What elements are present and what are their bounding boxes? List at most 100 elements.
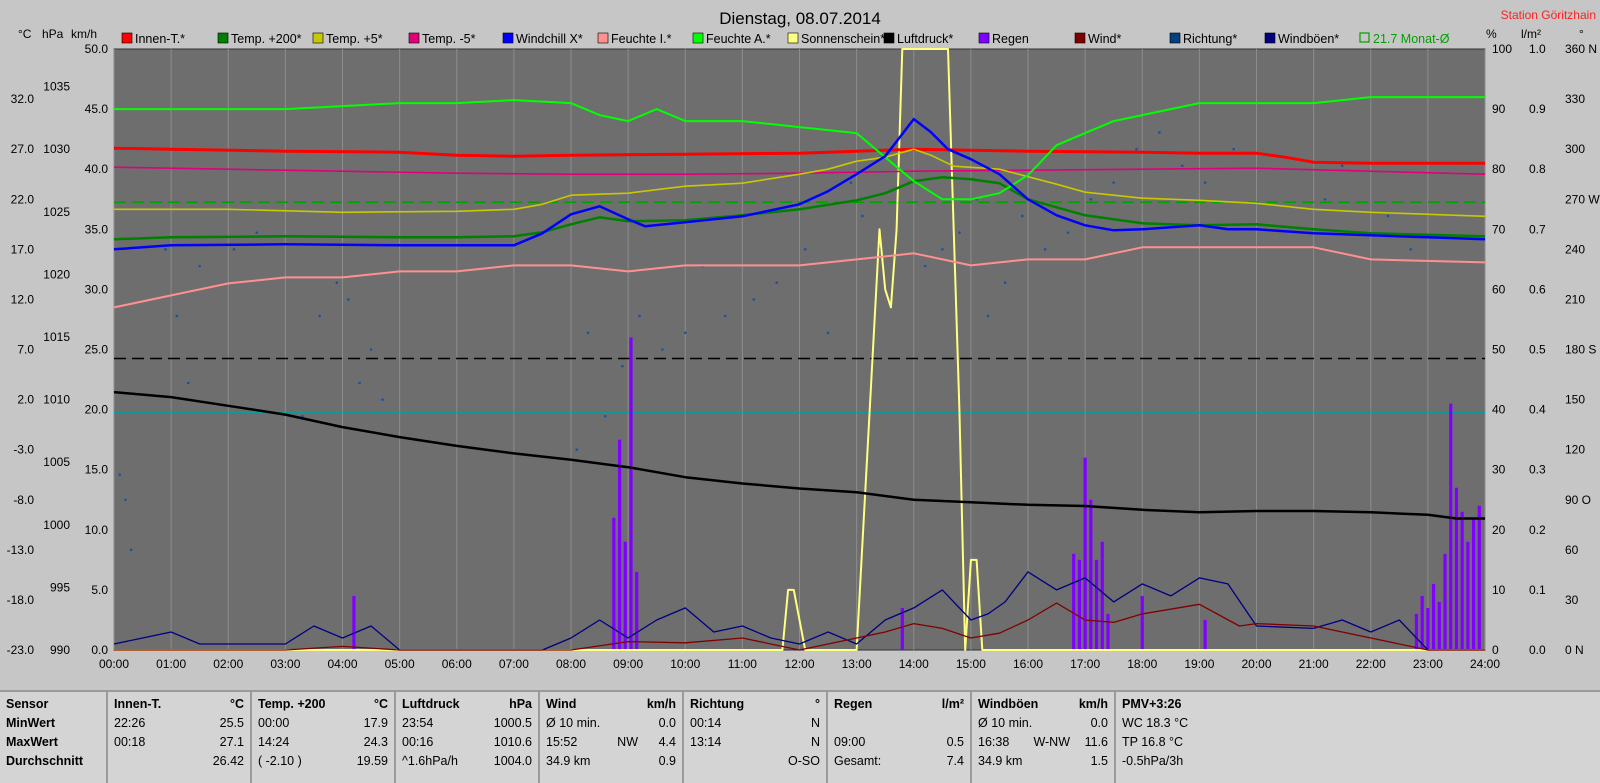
stats-cell-value: 24.3 bbox=[363, 735, 388, 749]
direction-tick-label: 90 O bbox=[1565, 493, 1591, 507]
wind-tick-label: 5.0 bbox=[91, 583, 108, 597]
stats-cell-label: Durchschnitt bbox=[6, 754, 84, 768]
stats-row: MinWert bbox=[6, 714, 100, 733]
rain-bar bbox=[1437, 601, 1441, 650]
temp-tick-label: 17.0 bbox=[11, 242, 35, 256]
stats-row: 23:54 1000.5 bbox=[402, 714, 532, 733]
stats-cell-label: 34.9 km bbox=[978, 754, 1023, 768]
unit-celsius: °C bbox=[18, 27, 32, 41]
legend-swatch bbox=[597, 32, 609, 44]
stats-row: WC 18.3 °C bbox=[1122, 714, 1270, 733]
rain-bar bbox=[1449, 403, 1453, 650]
stats-row: Durchschnitt bbox=[6, 752, 100, 771]
stats-row: Gesamt: 7.4 bbox=[834, 752, 964, 771]
stats-cell-value: 11.6 bbox=[1084, 735, 1108, 749]
humidity-tick-label: 10 bbox=[1492, 583, 1506, 597]
x-tick-label: 11:00 bbox=[728, 657, 757, 671]
direction-point bbox=[803, 248, 807, 251]
direction-point bbox=[1020, 214, 1024, 218]
stats-row: 14:24 24.3 bbox=[258, 733, 388, 752]
stats-header-label: Wind bbox=[546, 697, 577, 711]
rain-bar bbox=[1477, 505, 1481, 650]
temp-tick-label: -13.0 bbox=[7, 543, 35, 557]
legend-label: 21.7 Monat-Ø bbox=[1373, 32, 1450, 46]
statistics-panel: Sensor MinWert MaxWert Durchschnitt Innen-T.… bbox=[0, 690, 1600, 783]
wind-tick-label: 30.0 bbox=[85, 282, 109, 296]
wind-tick-label: 15.0 bbox=[85, 463, 109, 477]
direction-point bbox=[1340, 164, 1344, 168]
direction-point bbox=[1409, 248, 1413, 251]
pressure-tick-label: 1025 bbox=[43, 205, 70, 219]
legend-swatch bbox=[692, 32, 704, 44]
stats-row bbox=[834, 714, 964, 733]
stats-column: Sensor MinWert MaxWert Durchschnitt bbox=[0, 692, 108, 783]
rain-tick-label: 0.7 bbox=[1529, 222, 1546, 236]
temp-tick-label: 12.0 bbox=[11, 292, 35, 306]
direction-point bbox=[683, 331, 687, 335]
pressure-tick-label: 1010 bbox=[43, 393, 70, 407]
direction-point bbox=[958, 231, 961, 234]
rain-bar bbox=[1089, 499, 1093, 650]
x-tick-label: 24:00 bbox=[1470, 657, 1500, 671]
legend-label: Regen bbox=[992, 32, 1029, 46]
stats-cell-label: 22:26 bbox=[114, 716, 146, 730]
temp-tick-label: -8.0 bbox=[13, 493, 34, 507]
stats-column: Wind km/h Ø 10 min. 0.0 15:52 NW 4.4 34.9 km 0.9 bbox=[540, 692, 684, 783]
legend-label: Feuchte I.* bbox=[611, 32, 672, 46]
pressure-tick-label: 990 bbox=[50, 643, 70, 657]
rain-bar bbox=[1106, 613, 1110, 650]
direction-point bbox=[986, 314, 990, 318]
humidity-tick-label: 90 bbox=[1492, 102, 1506, 116]
stats-cell-value: 7.4 bbox=[946, 754, 964, 768]
direction-point bbox=[586, 331, 590, 335]
direction-point bbox=[346, 298, 350, 301]
stats-header-unit: °C bbox=[229, 697, 244, 711]
stats-header-label: PMV+3:26 bbox=[1122, 697, 1182, 711]
temp-tick-label: -3.0 bbox=[13, 443, 34, 457]
rain-bar bbox=[635, 571, 639, 650]
direction-tick-label: 210 bbox=[1565, 292, 1585, 306]
stats-cell-label: MinWert bbox=[6, 716, 56, 730]
stats-cell-value: 0.9 bbox=[658, 754, 676, 768]
rain-tick-label: 1.0 bbox=[1529, 42, 1546, 56]
direction-point bbox=[1112, 181, 1115, 184]
x-tick-label: 06:00 bbox=[442, 657, 472, 671]
rain-bar bbox=[1203, 619, 1207, 650]
direction-point bbox=[941, 248, 944, 251]
direction-point bbox=[318, 314, 321, 318]
chart-title: Dienstag, 08.07.2014 bbox=[719, 9, 881, 28]
rain-bar bbox=[1454, 487, 1459, 650]
x-tick-label: 08:00 bbox=[556, 657, 586, 671]
stats-cell-label: 15:52 bbox=[546, 735, 578, 749]
stats-column: PMV+3:26 WC 18.3 °C TP 16.8 °C -0.5hPa/3h bbox=[1116, 692, 1276, 783]
stats-cell-value: 0.0 bbox=[1090, 716, 1108, 730]
wind-tick-label: 0.0 bbox=[91, 643, 108, 657]
legend-swatch bbox=[978, 32, 990, 44]
stats-cell-dir: W-NW bbox=[1033, 735, 1070, 749]
x-tick-label: 18:00 bbox=[1127, 657, 1157, 671]
direction-tick-label: 30 bbox=[1565, 593, 1579, 607]
direction-point bbox=[1180, 164, 1184, 168]
stats-cell-label: ^1.6hPa/h bbox=[402, 754, 458, 768]
stats-column: Regen l/m² 09:00 0.5 Gesamt: 7.4 bbox=[828, 692, 972, 783]
stats-header-unit: °C bbox=[373, 697, 388, 711]
rain-bar bbox=[1100, 541, 1104, 650]
direction-point bbox=[369, 348, 373, 351]
rain-bar bbox=[1431, 583, 1436, 650]
stats-header-unit: km/h bbox=[1078, 697, 1108, 711]
stats-header-label: Temp. +200 bbox=[258, 697, 326, 711]
stats-column: Innen-T. °C 22:26 25.5 00:18 27.1 26.42 bbox=[108, 692, 252, 783]
x-tick-label: 12:00 bbox=[784, 657, 814, 671]
rain-tick-label: 0.9 bbox=[1529, 102, 1546, 116]
legend-label: Sonnenschein* bbox=[801, 32, 885, 46]
direction-point bbox=[198, 264, 201, 268]
temp-tick-label: 22.0 bbox=[11, 192, 35, 206]
stats-row: Ø 10 min. 0.0 bbox=[546, 714, 676, 733]
direction-point bbox=[826, 331, 830, 335]
direction-point bbox=[1003, 281, 1007, 285]
temp-tick-label: 7.0 bbox=[17, 343, 34, 357]
x-tick-label: 20:00 bbox=[1241, 657, 1271, 671]
x-tick-label: 10:00 bbox=[670, 657, 700, 671]
stats-header: Sensor bbox=[6, 695, 100, 714]
stats-header-label: Innen-T. bbox=[114, 697, 162, 711]
